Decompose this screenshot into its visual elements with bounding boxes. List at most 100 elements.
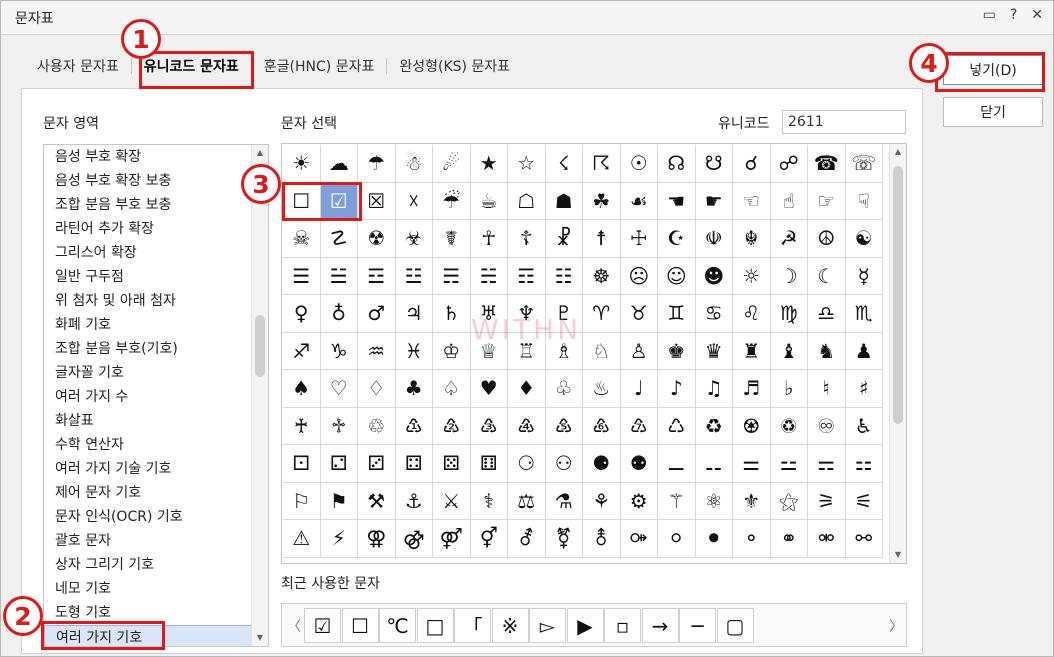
char-cell[interactable]: ♨ xyxy=(583,370,621,408)
char-cell[interactable]: ⚎ xyxy=(808,445,846,483)
recent-char[interactable]: ☐ xyxy=(341,608,379,643)
char-cell[interactable]: ♝ xyxy=(770,332,808,370)
unicode-input[interactable] xyxy=(782,110,906,134)
tab-hnc[interactable]: 훈글(HNC) 문자표 xyxy=(258,50,381,82)
char-cell[interactable]: ⚌ xyxy=(733,445,771,483)
char-cell[interactable]: ⚙ xyxy=(620,482,658,520)
category-item[interactable]: 일반 구두점 xyxy=(44,265,268,289)
category-item[interactable]: 조합 분음 부호(기호) xyxy=(44,337,268,361)
char-cell[interactable]: ☥ xyxy=(470,220,508,258)
char-cell[interactable]: ♲ xyxy=(358,407,396,445)
char-cell[interactable]: ☛ xyxy=(695,182,733,220)
char-cell[interactable]: ⚇ xyxy=(545,445,583,483)
recent-char[interactable]: □ xyxy=(416,608,454,643)
char-cell[interactable]: ⚅ xyxy=(470,445,508,483)
char-cell[interactable]: ⚤ xyxy=(433,520,471,558)
char-cell[interactable]: ⚏ xyxy=(845,445,883,483)
char-cell[interactable]: ☪ xyxy=(658,220,696,258)
char-cell[interactable]: ☒ xyxy=(358,182,396,220)
char-cell[interactable]: ☭ xyxy=(770,220,808,258)
char-cell[interactable]: ⚖ xyxy=(508,482,546,520)
char-cell[interactable]: ☘ xyxy=(583,182,621,220)
char-cell[interactable]: ♡ xyxy=(320,370,358,408)
char-cell[interactable]: ♽ xyxy=(770,407,808,445)
char-cell[interactable]: ♏ xyxy=(845,295,883,333)
char-cell[interactable]: ⚥ xyxy=(470,520,508,558)
char-cell[interactable]: ☏ xyxy=(845,145,883,183)
char-cell[interactable]: ☷ xyxy=(545,257,583,295)
char-cell[interactable]: ♪ xyxy=(658,370,696,408)
char-cell-selected[interactable]: ☑ xyxy=(320,182,358,220)
char-cell[interactable]: ♵ xyxy=(470,407,508,445)
char-cell[interactable]: ☙ xyxy=(620,182,658,220)
category-item[interactable]: 수학 연산자 xyxy=(44,433,268,457)
char-cell[interactable]: ⚕ xyxy=(470,482,508,520)
char-cell[interactable]: ☽ xyxy=(770,257,808,295)
char-cell[interactable]: ⚡ xyxy=(320,520,358,558)
char-cell[interactable]: ☆ xyxy=(508,145,546,183)
char-cell[interactable]: ☍ xyxy=(770,145,808,183)
char-cell[interactable]: ♹ xyxy=(620,407,658,445)
char-cell[interactable]: ♛ xyxy=(695,332,733,370)
char-cell[interactable]: ♚ xyxy=(658,332,696,370)
category-item[interactable]: 조합 분음 부호 보충 xyxy=(44,193,268,217)
insert-button[interactable]: 넣기(D) xyxy=(943,55,1043,85)
char-cell[interactable]: ⚃ xyxy=(395,445,433,483)
char-cell[interactable]: ♈ xyxy=(583,295,621,333)
char-cell[interactable]: ☠ xyxy=(283,220,321,258)
char-cell[interactable]: ☞ xyxy=(808,182,846,220)
char-cell[interactable]: ☬ xyxy=(733,220,771,258)
char-cell[interactable]: ⚑ xyxy=(320,482,358,520)
char-cell[interactable]: ⚆ xyxy=(508,445,546,483)
char-cell[interactable]: ☡ xyxy=(320,220,358,258)
category-item[interactable]: 화폐 기호 xyxy=(44,313,268,337)
char-cell[interactable]: ♷ xyxy=(545,407,583,445)
char-cell[interactable]: ⚐ xyxy=(283,482,321,520)
char-cell[interactable]: ☵ xyxy=(470,257,508,295)
char-cell[interactable]: ♎ xyxy=(808,295,846,333)
char-cell[interactable]: ⚢ xyxy=(358,520,396,558)
help-icon[interactable]: ? xyxy=(1010,7,1017,23)
recent-char[interactable]: ▫ xyxy=(604,608,641,643)
char-cell[interactable]: ♧ xyxy=(545,370,583,408)
category-item[interactable]: 문자 인식(OCR) 기호 xyxy=(44,505,268,529)
char-cell[interactable]: ♀ xyxy=(283,295,321,333)
char-cell[interactable]: ☴ xyxy=(433,257,471,295)
char-cell[interactable]: ☯ xyxy=(845,220,883,258)
char-cell[interactable]: ♇ xyxy=(545,295,583,333)
category-item[interactable]: 음성 부호 확장 xyxy=(44,145,268,169)
char-cell[interactable]: ⚀ xyxy=(283,445,321,483)
char-cell[interactable]: ⚭ xyxy=(770,520,808,558)
char-cell[interactable]: ♙ xyxy=(620,332,658,370)
char-cell[interactable]: ☂ xyxy=(358,145,396,183)
char-cell[interactable]: ☻ xyxy=(695,257,733,295)
char-cell[interactable]: ☖ xyxy=(508,182,546,220)
recent-char[interactable]: ▻ xyxy=(529,608,566,643)
char-cell[interactable]: ⚞ xyxy=(808,482,846,520)
char-cell[interactable]: ⚨ xyxy=(583,520,621,558)
char-cell[interactable]: ♩ xyxy=(620,370,658,408)
scroll-up-icon[interactable]: ▲ xyxy=(252,145,268,161)
char-cell[interactable]: ☄ xyxy=(433,145,471,183)
scroll-thumb[interactable] xyxy=(893,166,903,424)
category-list[interactable]: 음성 부호 확장 음성 부호 확장 보충 조합 분음 부호 보충 라틴어 추가 확장 그… xyxy=(43,144,269,647)
category-item[interactable]: 여러 가지 수 xyxy=(44,385,268,409)
char-cell[interactable]: ⚪ xyxy=(658,520,696,558)
close-button[interactable]: 닫기 xyxy=(943,97,1043,127)
char-cell[interactable]: ♃ xyxy=(395,295,433,333)
scroll-thumb[interactable] xyxy=(255,315,265,377)
category-item[interactable]: 그리스어 확장 xyxy=(44,241,268,265)
char-cell[interactable]: ⚠ xyxy=(283,520,321,558)
char-cell[interactable]: ♰ xyxy=(283,407,321,445)
recent-prev-icon[interactable]: 〈 xyxy=(287,616,301,636)
char-cell[interactable]: ☱ xyxy=(320,257,358,295)
char-cell[interactable]: ☶ xyxy=(508,257,546,295)
category-item[interactable]: 여러 가지 기호 xyxy=(44,625,268,646)
char-cell[interactable]: ♍ xyxy=(770,295,808,333)
char-cell[interactable]: ⚊ xyxy=(658,445,696,483)
char-cell[interactable]: ☧ xyxy=(545,220,583,258)
char-cell[interactable]: ⚝ xyxy=(770,482,808,520)
char-cell[interactable]: ☰ xyxy=(283,257,321,295)
char-cell[interactable]: ♶ xyxy=(508,407,546,445)
char-cell[interactable]: ⚧ xyxy=(545,520,583,558)
